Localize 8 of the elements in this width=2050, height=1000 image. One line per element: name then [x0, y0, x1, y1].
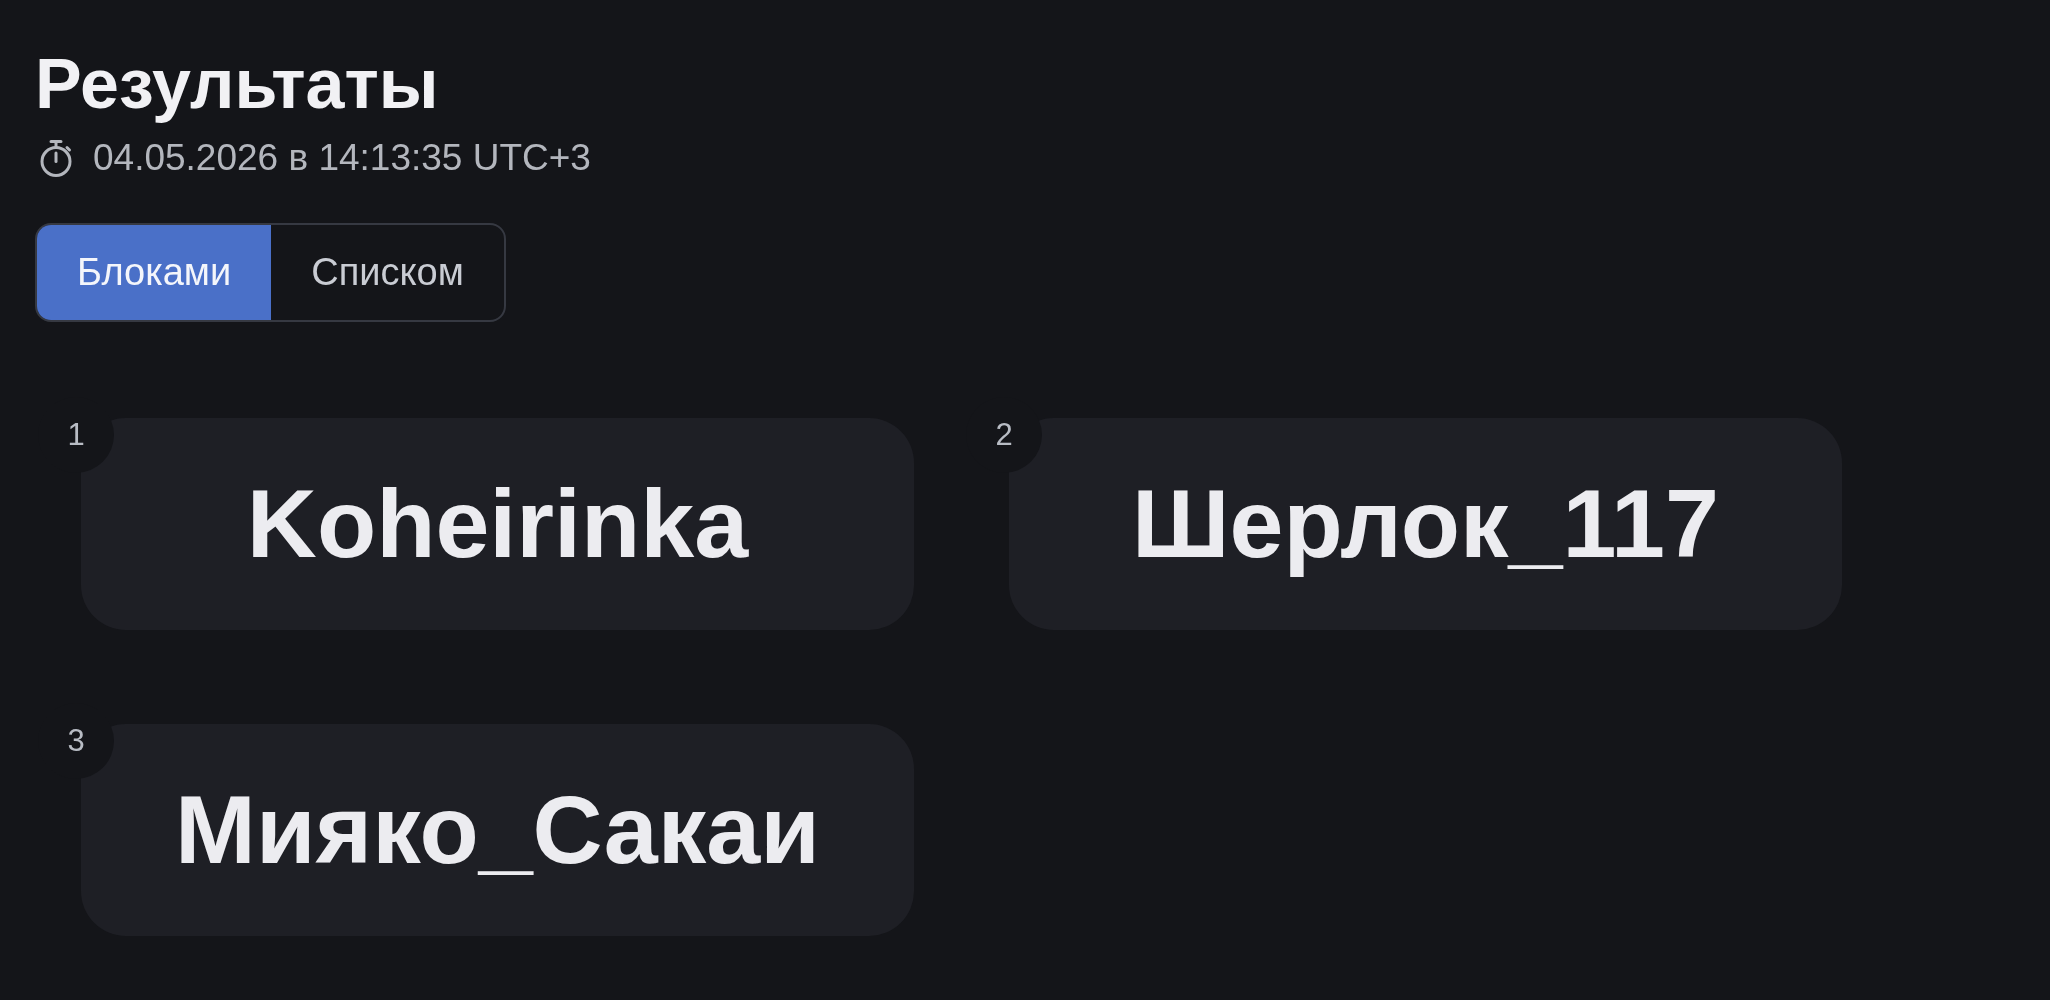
timestamp: 04.05.2026 в 14:13:35 UTC+3 — [93, 136, 591, 181]
player-name: Шерлок_117 — [1132, 467, 1719, 580]
player-name: Koheirinka — [246, 467, 749, 580]
view-tab[interactable]: Блоками — [37, 224, 272, 320]
player-name: Мияко_Сакаи — [175, 773, 820, 886]
view-tab[interactable]: Списком — [271, 224, 504, 320]
stopwatch-icon — [39, 139, 73, 178]
page-title: Результаты — [35, 44, 440, 125]
